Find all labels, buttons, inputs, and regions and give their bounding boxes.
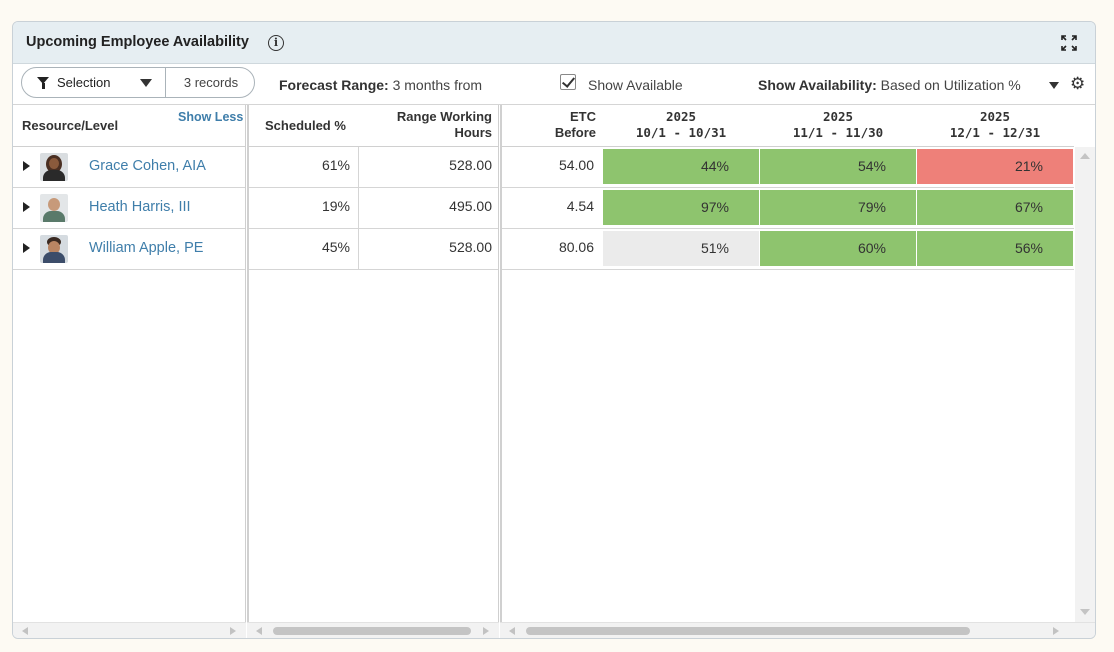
- etc-cell: 54.00: [558, 157, 594, 173]
- panel-title-bar: Upcoming Employee Availability i: [13, 22, 1095, 64]
- etc-header-line1: ETC: [570, 109, 596, 124]
- resource-level-header[interactable]: Resource/Level: [22, 118, 118, 136]
- availability-label: Show Availability:: [758, 77, 877, 93]
- resource-name-link[interactable]: William Apple, PE: [89, 240, 203, 256]
- selection-dropdown-button[interactable]: Selection: [22, 68, 166, 97]
- range-hours-cell: 528.00: [449, 239, 492, 255]
- records-count: 3 records: [183, 75, 239, 90]
- show-available-label: Show Available Employees Only: [588, 77, 683, 93]
- availability-caret-down-icon[interactable]: [1049, 82, 1059, 89]
- scheduled-cell: 19%: [321, 198, 350, 214]
- table-row[interactable]: 80.06 51% 60% 56%: [502, 229, 1074, 270]
- month-year: 2025: [665, 109, 697, 124]
- scheduled-header[interactable]: Scheduled %: [265, 118, 346, 136]
- month-range: 11/1 - 11/30: [792, 125, 884, 140]
- availability-cell[interactable]: 54%: [760, 149, 916, 184]
- table-row[interactable]: Grace Cohen, AIA: [13, 147, 245, 188]
- availability-cell[interactable]: 60%: [760, 231, 916, 266]
- availability-cell[interactable]: 79%: [760, 190, 916, 225]
- table-row[interactable]: Heath Harris, III: [13, 188, 245, 229]
- scroll-right-icon[interactable]: [230, 627, 236, 635]
- panel-title: Upcoming Employee Availability: [26, 34, 249, 50]
- scroll-right-icon[interactable]: [483, 627, 489, 635]
- range-hours-cell: 495.00: [449, 198, 492, 214]
- metrics-header: Scheduled % Range Working Hours: [249, 105, 498, 147]
- forecast-header: ETC Before 2025 10/1 - 10/31 2025 11/1 -…: [502, 105, 1074, 147]
- availability-cell[interactable]: 67%: [917, 190, 1073, 225]
- forecast-range-label: Forecast Range:: [279, 77, 389, 93]
- availability-panel: Upcoming Employee Availability i Selecti…: [12, 21, 1096, 639]
- scheduled-cell: 45%: [321, 239, 350, 255]
- month-header-oct[interactable]: 2025 10/1 - 10/31: [603, 109, 759, 151]
- selection-label: Selection: [57, 75, 111, 90]
- scroll-up-icon[interactable]: [1080, 153, 1090, 159]
- gear-icon[interactable]: ⚙: [1070, 75, 1085, 93]
- funnel-icon-stem: [42, 83, 45, 89]
- resource-pane: Resource/Level Show Less Grace Cohen, AI…: [13, 105, 246, 622]
- expand-row-icon[interactable]: [23, 243, 30, 253]
- table-row[interactable]: William Apple, PE: [13, 229, 245, 270]
- etc-before-header[interactable]: ETC Before: [542, 109, 596, 151]
- resource-horizontal-scrollbar[interactable]: [13, 622, 246, 638]
- scroll-left-icon[interactable]: [22, 627, 28, 635]
- expand-row-icon[interactable]: [23, 161, 30, 171]
- month-year: 2025: [822, 109, 854, 124]
- scroll-thumb[interactable]: [273, 627, 471, 635]
- vertical-scrollbar[interactable]: [1075, 147, 1095, 623]
- metrics-horizontal-scrollbar[interactable]: [247, 622, 499, 638]
- range-hours-header[interactable]: Range Working Hours: [397, 109, 492, 151]
- range-hours-header-line1: Range Working: [396, 109, 492, 124]
- scroll-thumb[interactable]: [526, 627, 970, 635]
- month-range: 10/1 - 10/31: [635, 125, 727, 140]
- table-row[interactable]: 19% 495.00: [249, 188, 498, 229]
- avatar: [40, 194, 68, 222]
- forecast-pane: ETC Before 2025 10/1 - 10/31 2025 11/1 -…: [500, 105, 1074, 622]
- info-circle-icon[interactable]: i: [268, 35, 284, 51]
- metrics-pane: Scheduled % Range Working Hours 61% 528.…: [247, 105, 499, 622]
- forecast-horizontal-scrollbar[interactable]: [500, 622, 1095, 638]
- range-hours-cell: 528.00: [449, 157, 492, 173]
- month-header-nov[interactable]: 2025 11/1 - 11/30: [760, 109, 916, 151]
- avatar: [40, 153, 68, 181]
- availability-mode-dropdown[interactable]: Show Availability: Based on Utilization …: [758, 75, 1021, 95]
- caret-down-icon: [140, 79, 152, 87]
- resource-header: Resource/Level Show Less: [13, 105, 245, 147]
- availability-cell[interactable]: 44%: [603, 149, 759, 184]
- availability-cell[interactable]: 21%: [917, 149, 1073, 184]
- etc-header-line2: Before: [554, 125, 596, 140]
- table-row[interactable]: 61% 528.00: [249, 147, 498, 188]
- scroll-left-icon[interactable]: [509, 627, 515, 635]
- selection-filter: Selection 3 records: [21, 67, 255, 98]
- show-available-checkbox[interactable]: [560, 74, 576, 90]
- availability-cell[interactable]: 97%: [603, 190, 759, 225]
- resource-name-link[interactable]: Heath Harris, III: [89, 199, 191, 215]
- scroll-left-icon[interactable]: [256, 627, 262, 635]
- month-range: 12/1 - 12/31: [949, 125, 1041, 140]
- expand-row-icon[interactable]: [23, 202, 30, 212]
- table-row[interactable]: 4.54 97% 79% 67%: [502, 188, 1074, 229]
- show-less-link[interactable]: Show Less: [178, 109, 243, 125]
- toolbar: Selection 3 records Forecast Range: 3 mo…: [13, 64, 1095, 104]
- etc-cell: 4.54: [566, 198, 594, 214]
- scroll-right-icon[interactable]: [1053, 627, 1059, 635]
- month-year: 2025: [979, 109, 1011, 124]
- scheduled-cell: 61%: [321, 157, 350, 173]
- avatar: [40, 235, 68, 263]
- availability-grid: Resource/Level Show Less Grace Cohen, AI…: [13, 104, 1095, 623]
- availability-cell[interactable]: 51%: [603, 231, 759, 266]
- resource-name-link[interactable]: Grace Cohen, AIA: [89, 158, 206, 174]
- availability-value: Based on Utilization %: [880, 77, 1021, 93]
- scroll-down-icon[interactable]: [1080, 609, 1090, 615]
- etc-cell: 80.06: [558, 239, 594, 255]
- expand-icon[interactable]: [1061, 35, 1077, 51]
- availability-cell[interactable]: 56%: [917, 231, 1073, 266]
- month-header-dec[interactable]: 2025 12/1 - 12/31: [917, 109, 1073, 151]
- forecast-range[interactable]: Forecast Range: 3 months from 10/1/2025: [279, 75, 529, 97]
- table-row[interactable]: 45% 528.00: [249, 229, 498, 270]
- range-hours-header-line2: Hours: [454, 125, 492, 140]
- table-row[interactable]: 54.00 44% 54% 21%: [502, 147, 1074, 188]
